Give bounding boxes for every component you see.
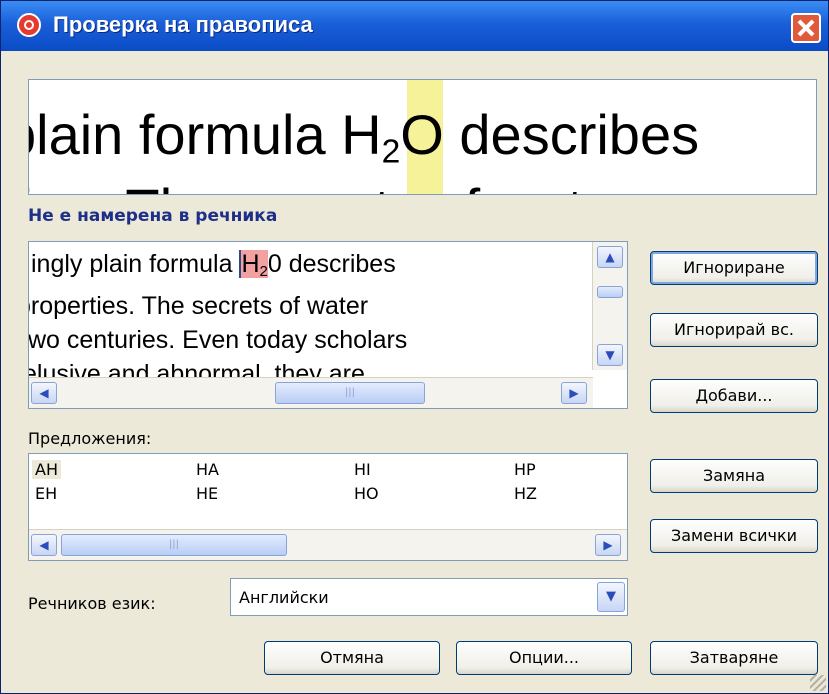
- suggestion-item[interactable]: HI: [351, 460, 374, 479]
- scroll-right-icon[interactable]: ▶: [561, 382, 587, 404]
- add-button[interactable]: Добави...: [650, 379, 818, 413]
- context-text: ingly plain formula H20 describes proper…: [28, 250, 408, 388]
- zoomed-preview: plain formula H2O describes tion. The se…: [28, 79, 817, 195]
- close-icon[interactable]: [791, 13, 821, 43]
- preview-line-2: tion. The secrets of water: [29, 176, 633, 194]
- spelling-dialog: Проверка на правописа plain formula H2O …: [0, 0, 829, 694]
- scroll-left-icon[interactable]: ◀: [31, 382, 57, 404]
- suggestions-scroll-thumb[interactable]: |||: [61, 534, 287, 556]
- options-button[interactable]: Опции...: [456, 641, 632, 675]
- horizontal-scroll-thumb[interactable]: |||: [275, 382, 425, 404]
- app-icon: [17, 13, 41, 37]
- ignore-button[interactable]: Игнориране: [650, 251, 818, 285]
- title-bar[interactable]: Проверка на правописа: [1, 1, 828, 51]
- horizontal-scrollbar[interactable]: ◀ ||| ▶: [29, 377, 593, 408]
- suggestion-item[interactable]: HZ: [511, 484, 540, 503]
- not-found-label: Не е намерена в речника: [28, 206, 278, 226]
- language-value: Английски: [239, 588, 329, 607]
- preview-line-1: plain formula H2O describes: [28, 103, 700, 171]
- scroll-up-icon[interactable]: ▲: [597, 246, 623, 268]
- misspelled-word: H2: [239, 250, 268, 280]
- cancel-button[interactable]: Отмяна: [264, 641, 440, 675]
- scroll-left-icon[interactable]: ◀: [31, 534, 57, 556]
- suggestion-item[interactable]: HA: [193, 460, 222, 479]
- suggestions-list[interactable]: AH HA HI HP EH HE HO HZ ◀ ||| ▶: [28, 453, 628, 561]
- suggestions-scrollbar[interactable]: ◀ ||| ▶: [29, 529, 627, 560]
- scroll-down-icon[interactable]: ▼: [597, 344, 623, 366]
- resize-grip-icon[interactable]: [810, 675, 826, 691]
- window-title: Проверка на правописа: [53, 12, 313, 37]
- scroll-right-icon[interactable]: ▶: [595, 534, 621, 556]
- suggestion-item[interactable]: EH: [32, 484, 60, 503]
- suggestion-item[interactable]: HE: [193, 484, 221, 503]
- suggestion-item[interactable]: HP: [511, 460, 539, 479]
- vertical-scrollbar[interactable]: ▲ ▼: [592, 242, 627, 370]
- change-all-button[interactable]: Замени всички: [650, 519, 818, 553]
- chevron-down-icon[interactable]: ▼: [597, 582, 625, 612]
- context-textbox[interactable]: ingly plain formula H20 describes proper…: [28, 241, 628, 409]
- suggestions-label: Предложения:: [28, 429, 152, 448]
- ignore-all-button[interactable]: Игнорирай вс.: [650, 313, 818, 347]
- change-button[interactable]: Замяна: [650, 459, 818, 493]
- suggestion-item[interactable]: HO: [351, 484, 382, 503]
- vertical-scroll-thumb[interactable]: [597, 286, 623, 298]
- language-label: Речников език:: [28, 594, 156, 613]
- suggestion-item[interactable]: AH: [32, 460, 61, 479]
- close-button[interactable]: Затваряне: [650, 641, 818, 675]
- language-select[interactable]: Английски ▼: [230, 578, 628, 616]
